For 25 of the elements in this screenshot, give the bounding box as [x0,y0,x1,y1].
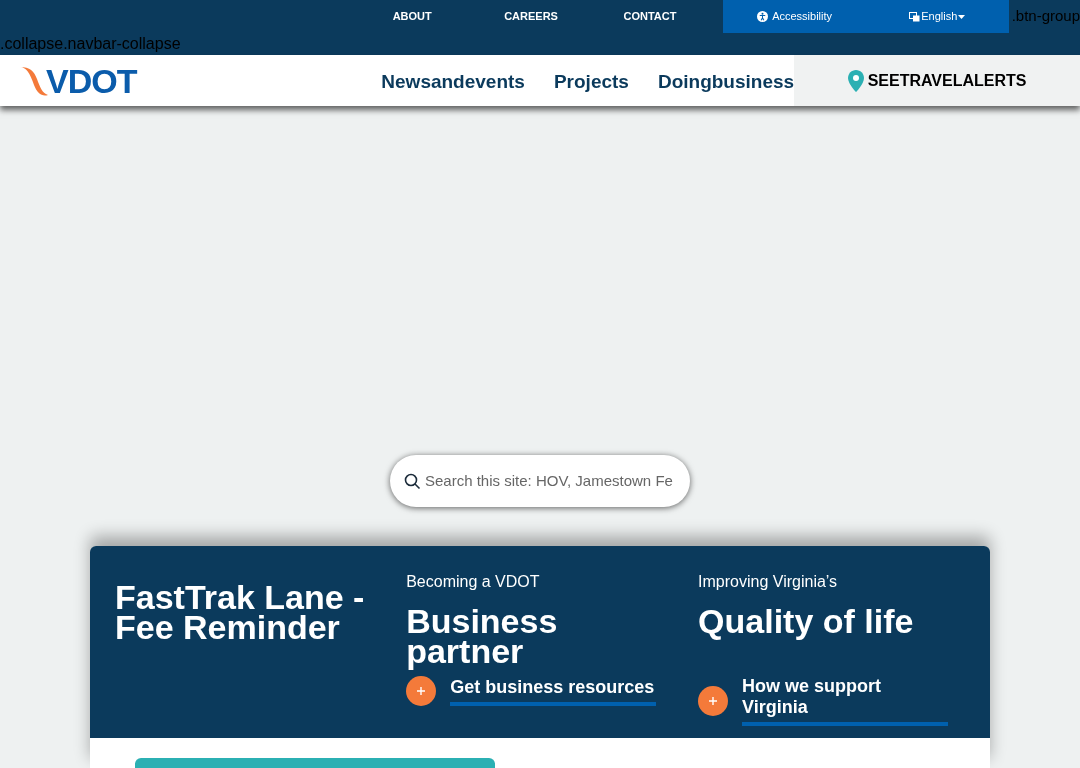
eyebrow-text: Improving Virginia’s [698,572,839,592]
promo-link[interactable]: Get business resources [450,676,657,706]
promo-link[interactable]: How we support Virginia [742,676,949,726]
accessibility-button[interactable]: Accessibility [723,0,866,33]
accessibility-icon [757,11,769,22]
eyebrow-text: Becoming a VDOT [406,572,541,592]
plus-icon [698,686,729,716]
language-button[interactable]: English [865,0,1009,33]
promo-heading: Quality of life [698,606,915,642]
stray-text: .btn-group [1011,6,1080,26]
plus-icon [406,676,437,706]
promo-heading: Business partner [406,606,559,670]
stray-text: .collapse.navbar-collapse [0,34,182,54]
feature-title: FastTrak Lane - Fee Reminder [115,582,366,642]
nav-link[interactable]: Doingbusiness [657,68,795,97]
travel-alerts-link[interactable]: SEETRAVELALERTS [794,55,1080,106]
vdot-logo[interactable]: VDOT [18,62,137,99]
nav-link[interactable]: Projects [553,68,629,97]
nav-link[interactable]: Newsandevents [381,68,525,97]
search-icon [404,472,421,490]
map-pin-icon [847,69,864,92]
search-field[interactable]: Search this site: HOV, Jamestown Fe [425,469,684,493]
translate-icon [909,11,921,22]
caret-icon [958,14,966,19]
search-box[interactable]: Search this site: HOV, Jamestown Fe [390,455,690,507]
